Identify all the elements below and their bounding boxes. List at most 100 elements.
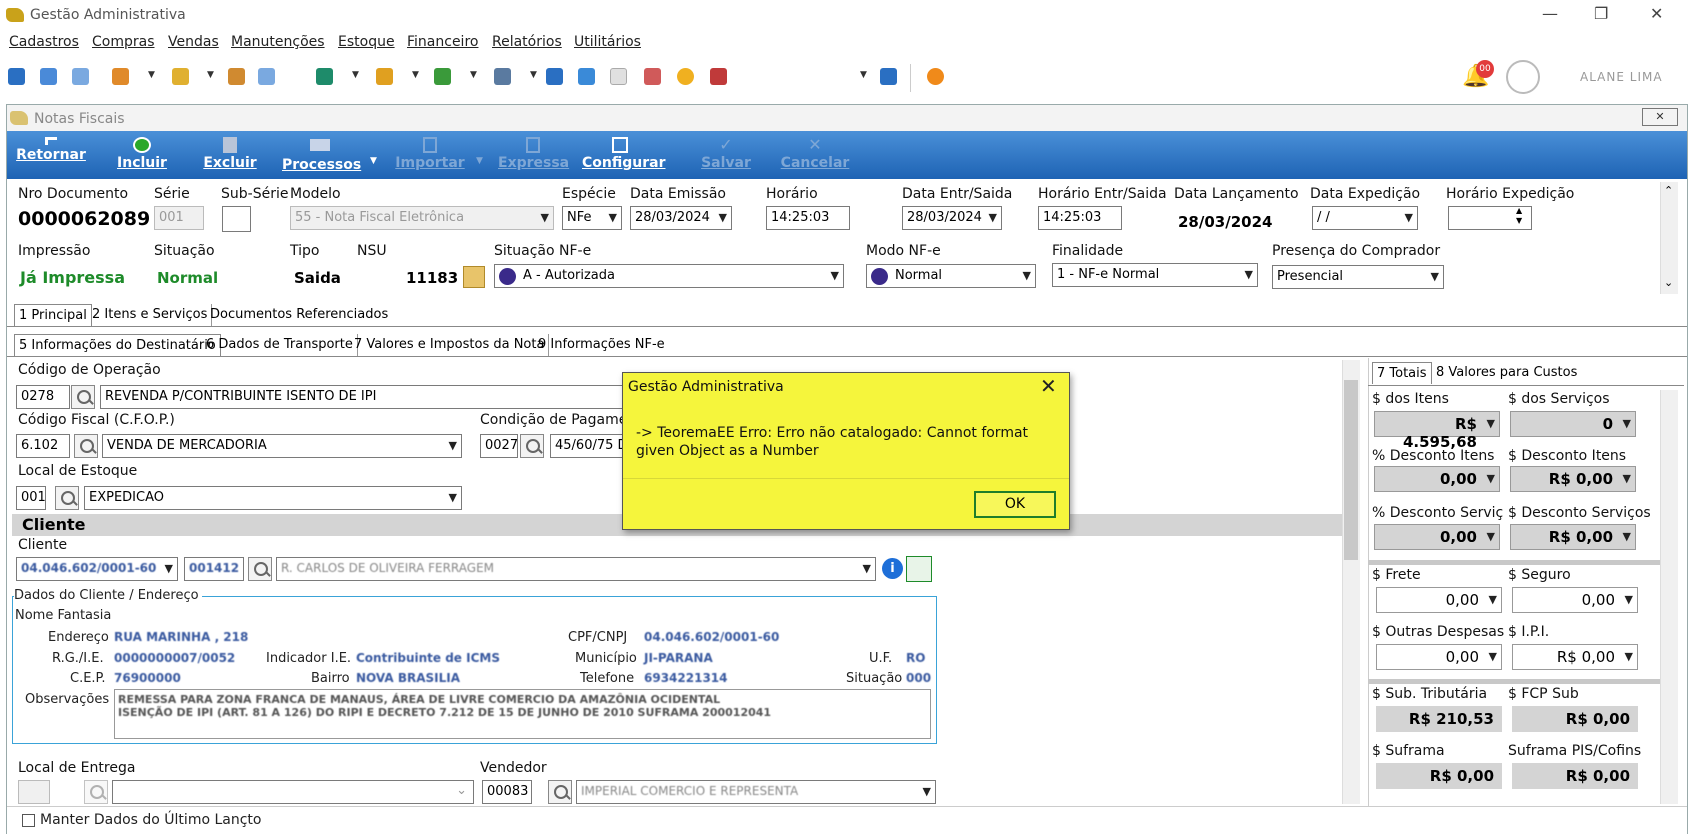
subserie-field[interactable]: [222, 206, 251, 232]
cfop-field[interactable]: 6.102: [16, 434, 70, 458]
totais-scrollbar[interactable]: [1660, 390, 1678, 804]
menu-manutencoes[interactable]: Manutenções: [231, 34, 325, 50]
manter-dados-checkbox[interactable]: [22, 814, 35, 827]
cancelar-button[interactable]: ✕ Cancelar: [780, 131, 850, 179]
info-panel-icon[interactable]: [880, 68, 897, 85]
expressa-button[interactable]: Expressa: [498, 131, 569, 179]
card-icon[interactable]: [258, 68, 275, 85]
tab-valores-custos[interactable]: 8 Valores para Custos: [1432, 362, 1581, 384]
close-button[interactable]: ✕: [1650, 4, 1663, 23]
dropdown-arrow-icon[interactable]: ▼: [148, 70, 155, 80]
list-icon[interactable]: [112, 68, 129, 85]
outras-field[interactable]: 0,00: [1376, 644, 1502, 670]
dropdown-arrow-icon[interactable]: ▼: [352, 70, 359, 80]
calculator-icon[interactable]: [578, 68, 595, 85]
frete-field[interactable]: 0,00: [1376, 587, 1502, 613]
tab-totais[interactable]: 7 Totais: [1372, 362, 1432, 384]
situacao-nfe-select[interactable]: A - Autorizada: [494, 264, 844, 288]
inner-close-button[interactable]: ✕: [1642, 108, 1678, 126]
chart-search-icon[interactable]: [710, 68, 727, 85]
calendar-alert-icon[interactable]: [644, 68, 661, 85]
tab-transporte[interactable]: 6 Dados de Transporte: [202, 334, 358, 356]
report-icon[interactable]: [494, 68, 511, 85]
scroll-down-icon[interactable]: ⌄: [1664, 276, 1673, 289]
info-icon[interactable]: i: [882, 558, 903, 579]
desc-serv-field[interactable]: R$ 0,00: [1510, 524, 1636, 550]
cart-icon[interactable]: [316, 68, 333, 85]
cod-operacao-field[interactable]: 0278: [16, 385, 70, 409]
desc-itens-field[interactable]: R$ 0,00: [1510, 466, 1636, 492]
retornar-button[interactable]: Retornar: [16, 131, 86, 179]
cliente-cod-field[interactable]: 001412: [184, 557, 244, 581]
processos-button[interactable]: Processos: [282, 131, 361, 179]
nsu-sequence-icon[interactable]: [463, 266, 485, 288]
seguro-field[interactable]: 0,00: [1512, 587, 1638, 613]
clientes-icon[interactable]: [8, 68, 25, 85]
client-money-icon[interactable]: [906, 556, 932, 582]
grid-icon[interactable]: [546, 68, 563, 85]
data-exp-field[interactable]: / /: [1312, 206, 1418, 230]
menu-compras[interactable]: Compras: [92, 34, 155, 50]
form-scrollbar-thumb[interactable]: [1344, 380, 1358, 560]
menu-cadastros[interactable]: Cadastros: [9, 34, 79, 50]
scroll-up-icon[interactable]: ⌃: [1664, 184, 1673, 197]
cond-pag-field[interactable]: 0027: [480, 434, 518, 458]
search-icon[interactable]: [84, 780, 108, 804]
menu-relatorios[interactable]: Relatórios: [492, 34, 562, 50]
ipi-field[interactable]: R$ 0,00: [1512, 644, 1638, 670]
horario-entr-field[interactable]: 14:25:03: [1038, 206, 1122, 230]
dropdown-arrow-icon[interactable]: ▼: [412, 70, 419, 80]
money-icon[interactable]: [434, 68, 451, 85]
serie-field[interactable]: 001: [154, 206, 204, 230]
dropdown-arrow-icon[interactable]: ▼: [207, 70, 214, 80]
person-icon[interactable]: [228, 68, 245, 85]
dropdown-arrow-icon[interactable]: ▼: [530, 70, 537, 80]
importar-button[interactable]: Importar: [392, 131, 468, 179]
excluir-button[interactable]: Excluir: [202, 131, 258, 179]
restore-button[interactable]: ❐: [1594, 4, 1608, 23]
local-estoque-select[interactable]: EXPEDICAO: [84, 486, 462, 510]
modo-nfe-select[interactable]: Normal: [866, 264, 1036, 288]
horario-field[interactable]: 14:25:03: [766, 206, 850, 230]
tab-destinatario[interactable]: 5 Informações do Destinatário: [14, 334, 221, 356]
importar-dropdown-icon[interactable]: ▼: [476, 156, 483, 166]
search-icon[interactable]: [520, 434, 544, 458]
dropdown-arrow-icon[interactable]: ▼: [470, 70, 477, 80]
cliente-cnpj-select[interactable]: 04.046.602/0001-60: [16, 557, 178, 581]
desc-itens-pct-field[interactable]: 0,00: [1374, 466, 1500, 492]
itens-field[interactable]: R$ 4.595,68: [1374, 411, 1500, 451]
tab-itens-servicos[interactable]: 2 Itens e Serviços: [88, 304, 213, 326]
vendedor-field[interactable]: 00083: [482, 780, 532, 804]
menu-estoque[interactable]: Estoque: [338, 34, 395, 50]
local-estoque-field[interactable]: 001: [16, 486, 46, 510]
tab-documentos-referenciados[interactable]: Documentos Referenciados: [206, 304, 392, 326]
minimize-button[interactable]: —: [1542, 4, 1558, 23]
menu-vendas[interactable]: Vendas: [168, 34, 219, 50]
tab-principal[interactable]: 1 Principal: [14, 304, 92, 326]
servicos-field[interactable]: 0: [1510, 411, 1636, 437]
vendedor-select[interactable]: IMPERIAL COMERCIO E REPRESENTA: [576, 780, 936, 804]
power-icon[interactable]: [927, 68, 944, 85]
menu-utilitarios[interactable]: Utilitários: [574, 34, 641, 50]
search-icon[interactable]: [74, 434, 98, 458]
card-icon[interactable]: [72, 68, 89, 85]
modelo-select[interactable]: 55 - Nota Fiscal Eletrônica: [290, 206, 554, 230]
finalidade-select[interactable]: 1 - NF-e Normal: [1052, 263, 1258, 287]
presenca-select[interactable]: Presencial: [1272, 265, 1444, 289]
lock-icon[interactable]: [677, 68, 694, 85]
data-emissao-field[interactable]: 28/03/2024: [630, 206, 732, 230]
search-icon[interactable]: [248, 557, 272, 581]
menu-financeiro[interactable]: Financeiro: [407, 34, 478, 50]
salvar-button[interactable]: ✓ Salvar: [698, 131, 754, 179]
local-entrega-select[interactable]: ⌄: [112, 780, 474, 804]
tab-valores-impostos[interactable]: 7 Valores e Impostos da Nota: [350, 334, 550, 356]
especie-select[interactable]: NFe: [562, 206, 622, 230]
tab-informacoes-nfe[interactable]: 9 Informações NF-e: [534, 334, 669, 356]
cliente-nome-select[interactable]: R. CARLOS DE OLIVEIRA FERRAGEM: [276, 557, 876, 581]
time-spinner-icon[interactable]: ▲ ▼: [1516, 206, 1522, 226]
configurar-button[interactable]: Configurar: [582, 131, 665, 179]
users-icon[interactable]: [40, 68, 57, 85]
search-icon[interactable]: [55, 486, 79, 510]
processos-dropdown-icon[interactable]: ▼: [370, 156, 377, 166]
box-icon[interactable]: [172, 68, 189, 85]
